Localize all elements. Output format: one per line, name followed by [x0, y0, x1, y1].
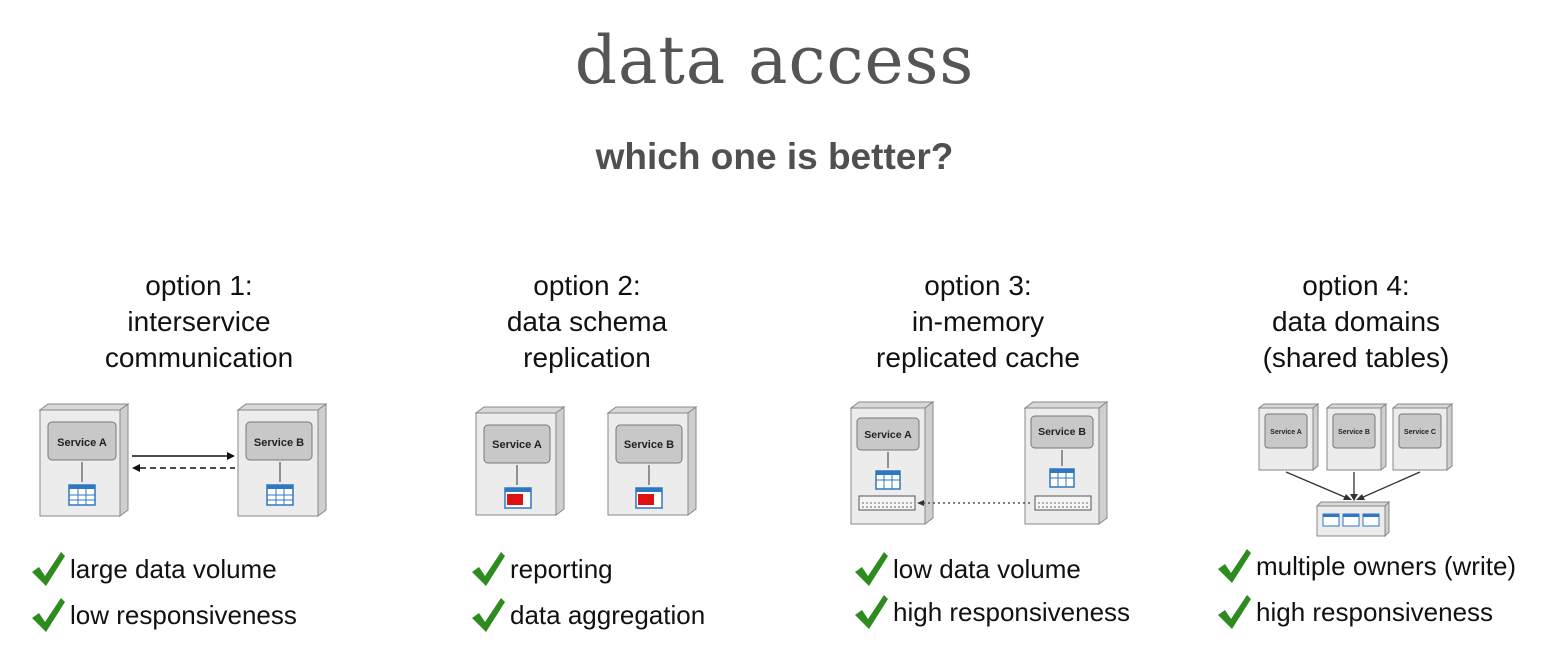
server-icon: Service A — [38, 403, 130, 517]
slide-title: data access — [574, 22, 975, 99]
option-2-heading-line-1: option 2: — [533, 270, 641, 301]
server-icon: Service B — [1325, 402, 1388, 472]
server-icon: Service A — [1257, 402, 1320, 472]
server-icon: Service A — [849, 401, 935, 525]
pro-label: reporting — [510, 553, 613, 584]
cache-icon — [858, 495, 916, 511]
arrow-icon — [132, 452, 235, 472]
check-icon — [32, 552, 65, 586]
database-table-icon — [1049, 468, 1075, 488]
server-icon: Service B — [236, 403, 328, 517]
option-4-heading-line-1: option 4: — [1302, 270, 1410, 301]
option-1-heading-line-3: communication — [104, 342, 294, 373]
pro-label: data aggregation — [510, 599, 706, 630]
option-1-pro-2: low responsiveness — [30, 596, 297, 634]
option-4-heading: option 4: data domains (shared tables) — [1166, 268, 1546, 376]
option-3-heading: option 3: in-memory replicated cache — [788, 268, 1168, 376]
check-icon — [1218, 549, 1251, 583]
service-b-label: Service B — [254, 437, 304, 449]
option-2-pro-2: data aggregation — [470, 596, 705, 634]
service-b-label: Service B — [624, 439, 674, 451]
option-3-heading-line-2: in-memory — [911, 306, 1045, 337]
option-1-heading: option 1: interservice communication — [9, 268, 389, 376]
option-1-diagram: Service A Service B — [38, 403, 328, 517]
check-icon — [855, 552, 888, 586]
arrow-icon — [1285, 471, 1421, 501]
option-1-heading-line-1: option 1: — [145, 270, 253, 301]
option-4-diagram: Service A Service B Service C — [1257, 402, 1454, 538]
cache-icon — [1034, 495, 1092, 511]
server-icon: Service A — [474, 406, 566, 516]
database-table-icon — [504, 487, 532, 509]
server-icon: Service B — [606, 406, 698, 516]
option-4-heading-line-2: data domains — [1271, 306, 1441, 337]
database-table-icon — [68, 484, 96, 506]
pro-label: low responsiveness — [70, 599, 297, 630]
option-3-pro-2: high responsiveness — [853, 593, 1130, 631]
database-table-icon — [266, 484, 294, 506]
database-table-icon — [875, 470, 901, 490]
service-b-label: Service B — [1338, 429, 1370, 436]
check-icon — [32, 598, 65, 632]
service-a-label: Service A — [1270, 429, 1302, 436]
check-icon — [472, 598, 505, 632]
service-a-label: Service A — [864, 429, 912, 441]
database-table-icon — [635, 487, 663, 509]
check-icon — [1218, 595, 1251, 629]
service-a-label: Service A — [492, 439, 542, 451]
check-icon — [855, 595, 888, 629]
service-c-label: Service C — [1404, 429, 1436, 436]
option-2-heading-line-3: replication — [523, 342, 651, 373]
option-3-heading-line-1: option 3: — [924, 270, 1032, 301]
pro-label: high responsiveness — [1256, 596, 1494, 627]
database-table-icon — [1315, 500, 1391, 538]
pro-label: low data volume — [893, 553, 1081, 584]
pro-label: high responsiveness — [893, 596, 1131, 627]
option-1-pro-1: large data volume — [30, 550, 277, 588]
option-4-pro-1: multiple owners (write) — [1216, 547, 1516, 585]
slide-subtitle: which one is better? — [595, 136, 954, 177]
option-2-heading-line-2: data schema — [506, 306, 668, 337]
option-2-diagram: Service A Service B — [474, 406, 698, 516]
arrow-icon — [917, 500, 1033, 506]
option-1-heading-line-2: interservice — [127, 306, 271, 337]
check-icon — [472, 552, 505, 586]
option-2-pro-1: reporting — [470, 550, 613, 588]
server-icon: Service B — [1023, 401, 1109, 525]
service-a-label: Service A — [57, 437, 107, 449]
option-2-heading: option 2: data schema replication — [397, 268, 777, 376]
option-3-heading-line-3: replicated cache — [876, 342, 1080, 373]
pro-label: large data volume — [70, 553, 277, 584]
option-4-pro-2: high responsiveness — [1216, 593, 1493, 631]
service-b-label: Service B — [1038, 426, 1086, 438]
option-3-diagram: Service A Service B — [849, 401, 1109, 525]
option-3-pro-1: low data volume — [853, 550, 1081, 588]
option-4-heading-line-3: (shared tables) — [1262, 342, 1450, 373]
server-icon: Service C — [1391, 402, 1454, 472]
pro-label: multiple owners (write) — [1256, 550, 1517, 581]
